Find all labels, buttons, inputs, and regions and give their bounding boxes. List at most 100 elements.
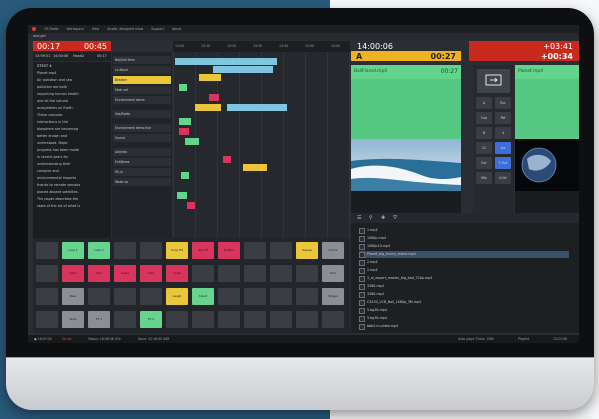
sound-pad[interactable]: Wipe: [62, 311, 84, 328]
filter-icon[interactable]: ⛛: [393, 215, 397, 221]
menu-item-about[interactable]: About: [172, 27, 181, 31]
sound-pad[interactable]: Snare: [114, 265, 136, 282]
file-list-item[interactable]: 1080p.mp4: [359, 235, 569, 242]
deck-a-preview[interactable]: BallFlared.mp4 00:27: [351, 65, 461, 213]
playlist-item[interactable]: Ad/intro: [113, 148, 171, 156]
sound-pad[interactable]: [296, 265, 318, 282]
sound-pad[interactable]: [270, 242, 292, 259]
file-list-item[interactable]: 1.mp4: [359, 227, 569, 234]
control-button[interactable]: F-Out: [495, 157, 511, 169]
timeline-clip[interactable]: [243, 164, 267, 171]
sound-pad[interactable]: [218, 265, 240, 282]
search-icon[interactable]: ⚲: [369, 215, 373, 221]
sound-pad[interactable]: FX 1: [88, 311, 110, 328]
add-icon[interactable]: ✚: [381, 215, 385, 221]
file-list-item[interactable]: 1080p10.mp4: [359, 243, 569, 250]
playlist-item[interactable]: Environment demo: [113, 96, 171, 104]
timeline-clip[interactable]: [179, 84, 187, 91]
playlist-item[interactable]: Fill-in: [113, 168, 171, 176]
control-button[interactable]: Esc: [495, 97, 511, 109]
timeline-clip[interactable]: [223, 156, 231, 163]
sound-pad[interactable]: [166, 311, 188, 328]
file-list-item[interactable]: Planet_big_bunny_trailer.mp4: [359, 251, 569, 258]
sound-pad[interactable]: [114, 242, 136, 259]
control-button[interactable]: A: [476, 97, 492, 109]
timeline-clip[interactable]: [213, 66, 273, 73]
playlist-item[interactable]: Sound: [113, 134, 171, 142]
sound-pad[interactable]: Loop 2: [88, 242, 110, 259]
sound-pad[interactable]: [244, 288, 266, 305]
sound-pad[interactable]: Clap: [140, 265, 162, 282]
sound-pad[interactable]: Bass: [62, 288, 84, 305]
sound-pad[interactable]: [192, 265, 214, 282]
timeline-clip[interactable]: [179, 128, 189, 135]
control-button[interactable]: Mix: [476, 172, 492, 184]
timeline-clip[interactable]: [209, 94, 219, 101]
tab-label[interactable]: one.gbl: [33, 34, 46, 38]
sound-pad[interactable]: Intro: [322, 265, 344, 282]
control-button[interactable]: 12: [476, 142, 492, 154]
sound-pad[interactable]: [322, 311, 344, 328]
playlist-item[interactable]: Wake up: [113, 178, 171, 186]
sound-pad[interactable]: Shout: [192, 288, 214, 305]
file-list-item[interactable]: 2.mp4: [359, 259, 569, 266]
file-list-item[interactable]: 3_ai_export_master_big_bad_720p.mp4: [359, 275, 569, 282]
timeline-clip[interactable]: [187, 202, 195, 209]
menu-item-help[interactable]: Help: [92, 27, 99, 31]
file-checkbox[interactable]: [359, 324, 365, 330]
file-checkbox[interactable]: [359, 228, 365, 234]
playlist-item[interactable]: Ext/News: [113, 158, 171, 166]
control-button[interactable]: Cue: [476, 112, 492, 124]
sound-pad[interactable]: Sweep: [296, 242, 318, 259]
playlist-item[interactable]: Vox/Radio: [113, 110, 171, 118]
sound-pad[interactable]: [36, 242, 58, 259]
file-list-item[interactable]: 5.bg30.mp4: [359, 315, 569, 322]
menu-item-studio[interactable]: Studio, designed show: [107, 27, 143, 31]
sound-pad[interactable]: [218, 311, 240, 328]
sound-pad[interactable]: Crash: [166, 265, 188, 282]
file-list-item[interactable]: C5430_VCB_Ball_1080p_3M.mp4: [359, 299, 569, 306]
sound-pad[interactable]: Fanfare: [218, 242, 240, 259]
sound-pad[interactable]: [270, 288, 292, 305]
timeline-clip[interactable]: [181, 172, 189, 179]
file-checkbox[interactable]: [359, 300, 365, 306]
deck-b-preview[interactable]: Planet.mp4: [515, 65, 579, 213]
sound-pad[interactable]: [218, 288, 240, 305]
file-checkbox[interactable]: [359, 316, 365, 322]
file-checkbox[interactable]: [359, 244, 365, 250]
timeline-clip[interactable]: [179, 118, 191, 125]
sound-pad[interactable]: FX 2: [140, 311, 162, 328]
playlist-item[interactable]: Environment demo live: [113, 124, 171, 132]
file-list-item[interactable]: 3360.mp4: [359, 291, 569, 298]
sound-pad[interactable]: Alarm: [62, 265, 84, 282]
file-checkbox[interactable]: [359, 252, 365, 258]
transfer-button[interactable]: [477, 69, 510, 93]
control-button[interactable]: 4: [495, 127, 511, 139]
sound-pad[interactable]: Loop 1: [62, 242, 84, 259]
file-checkbox[interactable]: [359, 276, 365, 282]
file-list-item[interactable]: 5.bg20.mp4: [359, 307, 569, 314]
sound-pad[interactable]: [114, 311, 136, 328]
file-list-item[interactable]: 2.mp4: [359, 267, 569, 274]
timeline-clip[interactable]: [195, 104, 221, 111]
sound-pad[interactable]: Stinger: [322, 288, 344, 305]
sound-pad[interactable]: [36, 288, 58, 305]
control-button[interactable]: B: [476, 127, 492, 139]
sound-pad[interactable]: Top Hit: [192, 242, 214, 259]
sound-pad[interactable]: [244, 242, 266, 259]
sound-pad[interactable]: [244, 265, 266, 282]
file-checkbox[interactable]: [359, 292, 365, 298]
playlist-item[interactable]: Ball/fall 5min: [113, 56, 171, 64]
sound-pad[interactable]: [140, 242, 162, 259]
sound-pad[interactable]: Vinyl Hit: [166, 242, 188, 259]
control-button[interactable]: Pst: [495, 112, 511, 124]
sound-pad[interactable]: [244, 311, 266, 328]
sound-pad[interactable]: [296, 288, 318, 305]
control-button[interactable]: Ext: [476, 157, 492, 169]
file-checkbox[interactable]: [359, 284, 365, 290]
file-checkbox[interactable]: [359, 308, 365, 314]
sound-pad[interactable]: [36, 311, 58, 328]
sound-pad[interactable]: [140, 288, 162, 305]
timeline-clip[interactable]: [185, 138, 199, 145]
control-button[interactable]: 0:00: [495, 172, 511, 184]
